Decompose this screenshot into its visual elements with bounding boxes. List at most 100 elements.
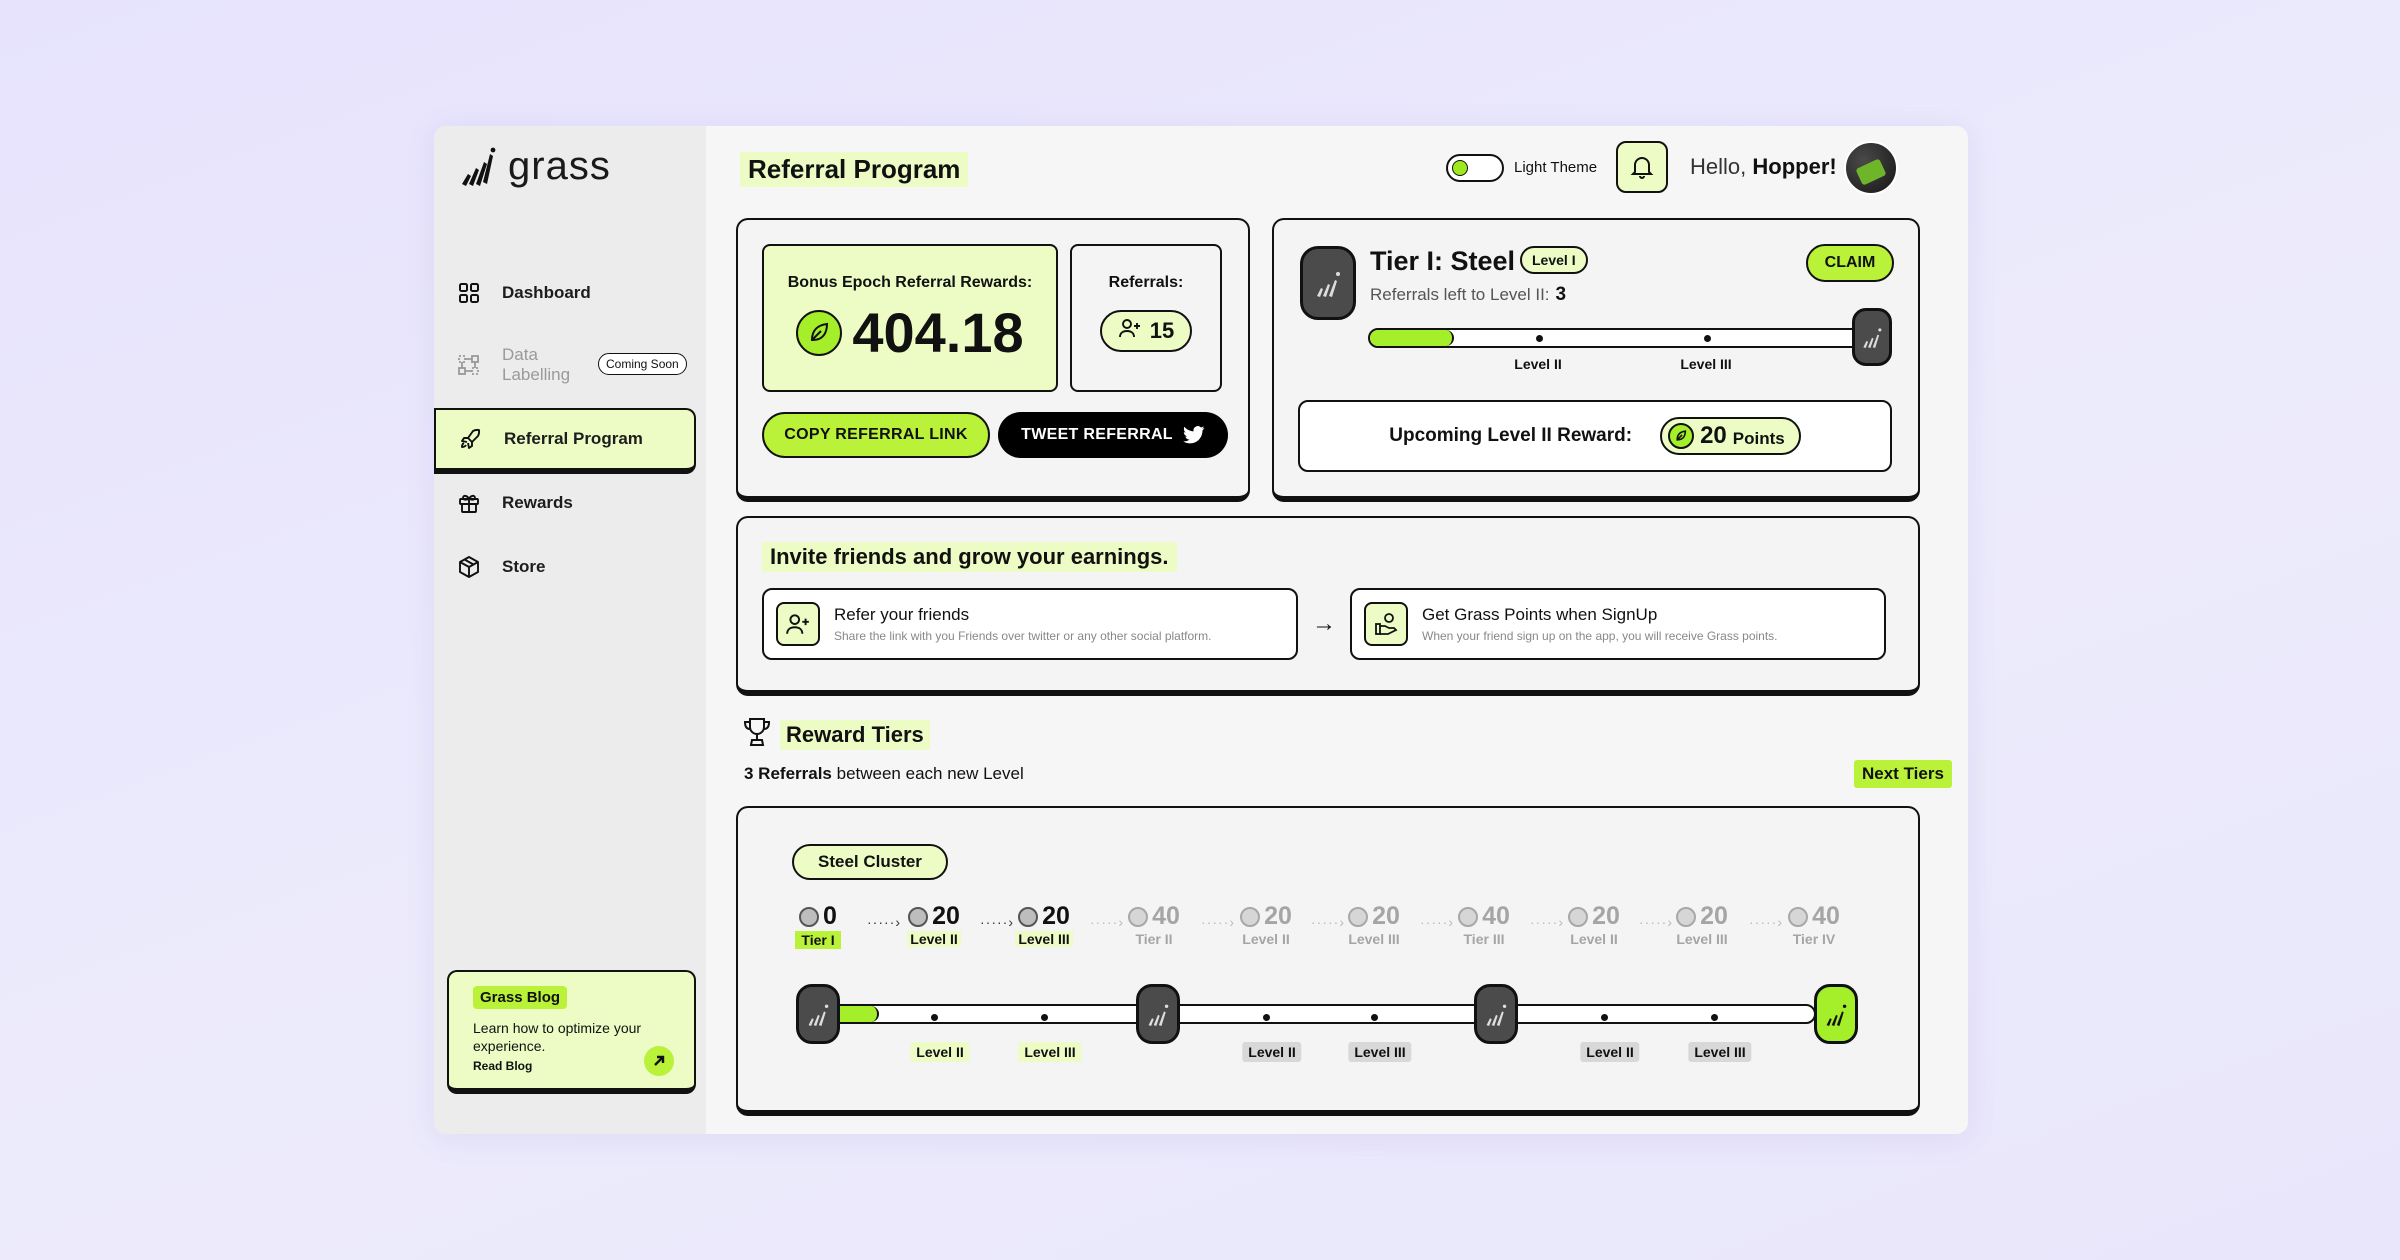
next-tiers-button[interactable]: Next Tiers xyxy=(1854,760,1952,788)
tier-reward-value: 20 xyxy=(1700,902,1728,930)
tier-title: Tier I: Steel xyxy=(1370,246,1516,276)
sidebar-item-data-labelling[interactable]: Data Labelling Coming Soon xyxy=(434,338,696,392)
theme-label: Light Theme xyxy=(1514,159,1598,176)
tier-column: 0 Tier I xyxy=(778,902,858,950)
sidebar-item-label: Referral Program xyxy=(504,429,643,448)
level-dot xyxy=(930,1014,938,1021)
brand-name: grass xyxy=(508,144,611,188)
level-badge: Level I xyxy=(1520,246,1588,274)
tier-column-label: Level II xyxy=(1570,931,1618,947)
tweet-button-label: TWEET REFERRAL xyxy=(1021,426,1173,443)
leaf-icon xyxy=(1668,423,1695,449)
coin-icon xyxy=(908,906,929,927)
data-icon xyxy=(456,352,482,378)
steel-tier-badge-icon xyxy=(1300,246,1356,320)
reward-tiers-subtitle: 3 Referrals between each new Level xyxy=(744,764,1024,783)
read-blog-link[interactable]: Read Blog xyxy=(473,1059,670,1073)
level-dot xyxy=(1704,334,1711,342)
tier-reward-value: 40 xyxy=(1482,902,1510,930)
sidebar-item-referral-program[interactable]: Referral Program xyxy=(434,408,696,474)
track-level-label: Level III xyxy=(1348,1042,1412,1062)
user-greeting: Hello, Hopper! xyxy=(1690,154,1837,179)
upcoming-points-value: 20 xyxy=(1700,422,1727,449)
reward-tiers-heading: Reward Tiers xyxy=(742,716,930,753)
bell-icon[interactable] xyxy=(1616,141,1668,193)
tier-progress-track xyxy=(1368,328,1864,348)
tier-reward-value: 0 xyxy=(823,902,837,930)
page-title: Referral Program xyxy=(740,152,969,187)
points-pill: 20 Points xyxy=(1660,417,1801,455)
tier-reward-value: 20 xyxy=(1264,902,1292,930)
sidebar-item-store[interactable]: Store xyxy=(434,540,696,594)
tier-column-label: Level III xyxy=(1015,931,1073,947)
tier-reward-value: 20 xyxy=(1372,902,1400,930)
coming-soon-badge: Coming Soon xyxy=(598,353,687,375)
tier-column-label: Tier II xyxy=(1135,931,1173,947)
step-get-points: Get Grass Points when SignUp When your f… xyxy=(1350,588,1886,660)
copy-referral-link-button[interactable]: COPY REFERRAL LINK xyxy=(762,412,990,458)
arrow-up-right-icon[interactable] xyxy=(644,1046,674,1076)
claim-button[interactable]: CLAIM xyxy=(1806,244,1894,282)
box-icon xyxy=(456,554,482,580)
level-dot xyxy=(1710,1014,1718,1021)
step-title: Get Grass Points when SignUp xyxy=(1422,605,1658,624)
upcoming-reward-label: Upcoming Level II Reward: xyxy=(1389,425,1633,446)
app-window: grass Dashboard Data Labelling Coming So… xyxy=(434,126,1968,1134)
level-dot xyxy=(1262,1014,1270,1021)
tier-card: Tier I: Steel Level I Referrals left to … xyxy=(1272,218,1920,502)
blog-card[interactable]: Grass Blog Learn how to optimize your ex… xyxy=(447,970,696,1094)
next-tier-badge-icon xyxy=(1852,308,1892,366)
track-level-label: Level III xyxy=(1688,1042,1752,1062)
sidebar-item-label: Rewards xyxy=(502,493,573,512)
tier-badge-icon xyxy=(1136,984,1180,1044)
sidebar-item-dashboard[interactable]: Dashboard xyxy=(434,266,696,320)
blog-description: Learn how to optimize your experience. xyxy=(473,1020,642,1054)
track-label: Level III xyxy=(1680,356,1732,372)
grass-logo-icon xyxy=(462,147,496,186)
coin-icon xyxy=(799,906,820,927)
tier-reward-value: 20 xyxy=(932,902,960,930)
tweet-referral-button[interactable]: TWEET REFERRAL xyxy=(998,412,1228,458)
tier-reward-value: 20 xyxy=(1592,902,1620,930)
tier-column-label: Tier IV xyxy=(1792,931,1836,947)
coin-icon xyxy=(1788,906,1809,927)
track-level-label: Level III xyxy=(1018,1042,1082,1062)
sidebar-item-rewards[interactable]: Rewards xyxy=(434,476,696,530)
invite-title: Invite friends and grow your earnings. xyxy=(762,542,1177,572)
tier-column: 40 Tier II xyxy=(1114,902,1194,949)
step-title: Refer your friends xyxy=(834,605,970,624)
bonus-rewards-box: Bonus Epoch Referral Rewards: 404.18 xyxy=(762,244,1058,392)
step-description: When your friend sign up on the app, you… xyxy=(1422,629,1778,643)
coin-icon xyxy=(1568,906,1589,927)
tier-reward-value: 20 xyxy=(1042,902,1070,930)
hand-reward-icon xyxy=(1364,602,1408,646)
user-plus-icon xyxy=(1118,317,1142,345)
cluster-pill: Steel Cluster xyxy=(792,844,948,880)
reward-tiers-card: Steel Cluster 0 Tier I ·····› 20 Level II ···… xyxy=(736,806,1920,1116)
coin-icon xyxy=(1018,906,1039,927)
rocket-icon xyxy=(458,426,484,452)
sidebar-item-label: Store xyxy=(502,557,546,576)
coin-icon xyxy=(1128,906,1149,927)
track-level-label: Level II xyxy=(1580,1042,1640,1062)
step-refer-friends: Refer your friends Share the link with y… xyxy=(762,588,1298,660)
tier-column: 20 Level II xyxy=(1554,902,1634,949)
theme-toggle[interactable] xyxy=(1446,154,1504,182)
coin-icon xyxy=(1458,906,1479,927)
toggle-knob xyxy=(1452,160,1468,176)
avatar[interactable] xyxy=(1844,141,1898,195)
tier-column: 20 Level II xyxy=(1226,902,1306,949)
bonus-label: Bonus Epoch Referral Rewards: xyxy=(787,274,1033,291)
referrals-count: 15 xyxy=(1149,318,1175,343)
tier-column-label: Tier III xyxy=(1463,931,1505,947)
coin-icon xyxy=(1676,906,1697,927)
user-plus-icon xyxy=(776,602,820,646)
tier-column: 20 Level II xyxy=(894,902,974,949)
upcoming-points-unit: Points xyxy=(1732,428,1785,448)
trophy-icon xyxy=(742,716,772,753)
tier-badge-icon xyxy=(796,984,840,1044)
level-dot xyxy=(1600,1014,1608,1021)
tier-column: 20 Level III xyxy=(1334,902,1414,949)
step-description: Share the link with you Friends over twi… xyxy=(834,629,1212,643)
brand-logo[interactable]: grass xyxy=(458,144,611,189)
